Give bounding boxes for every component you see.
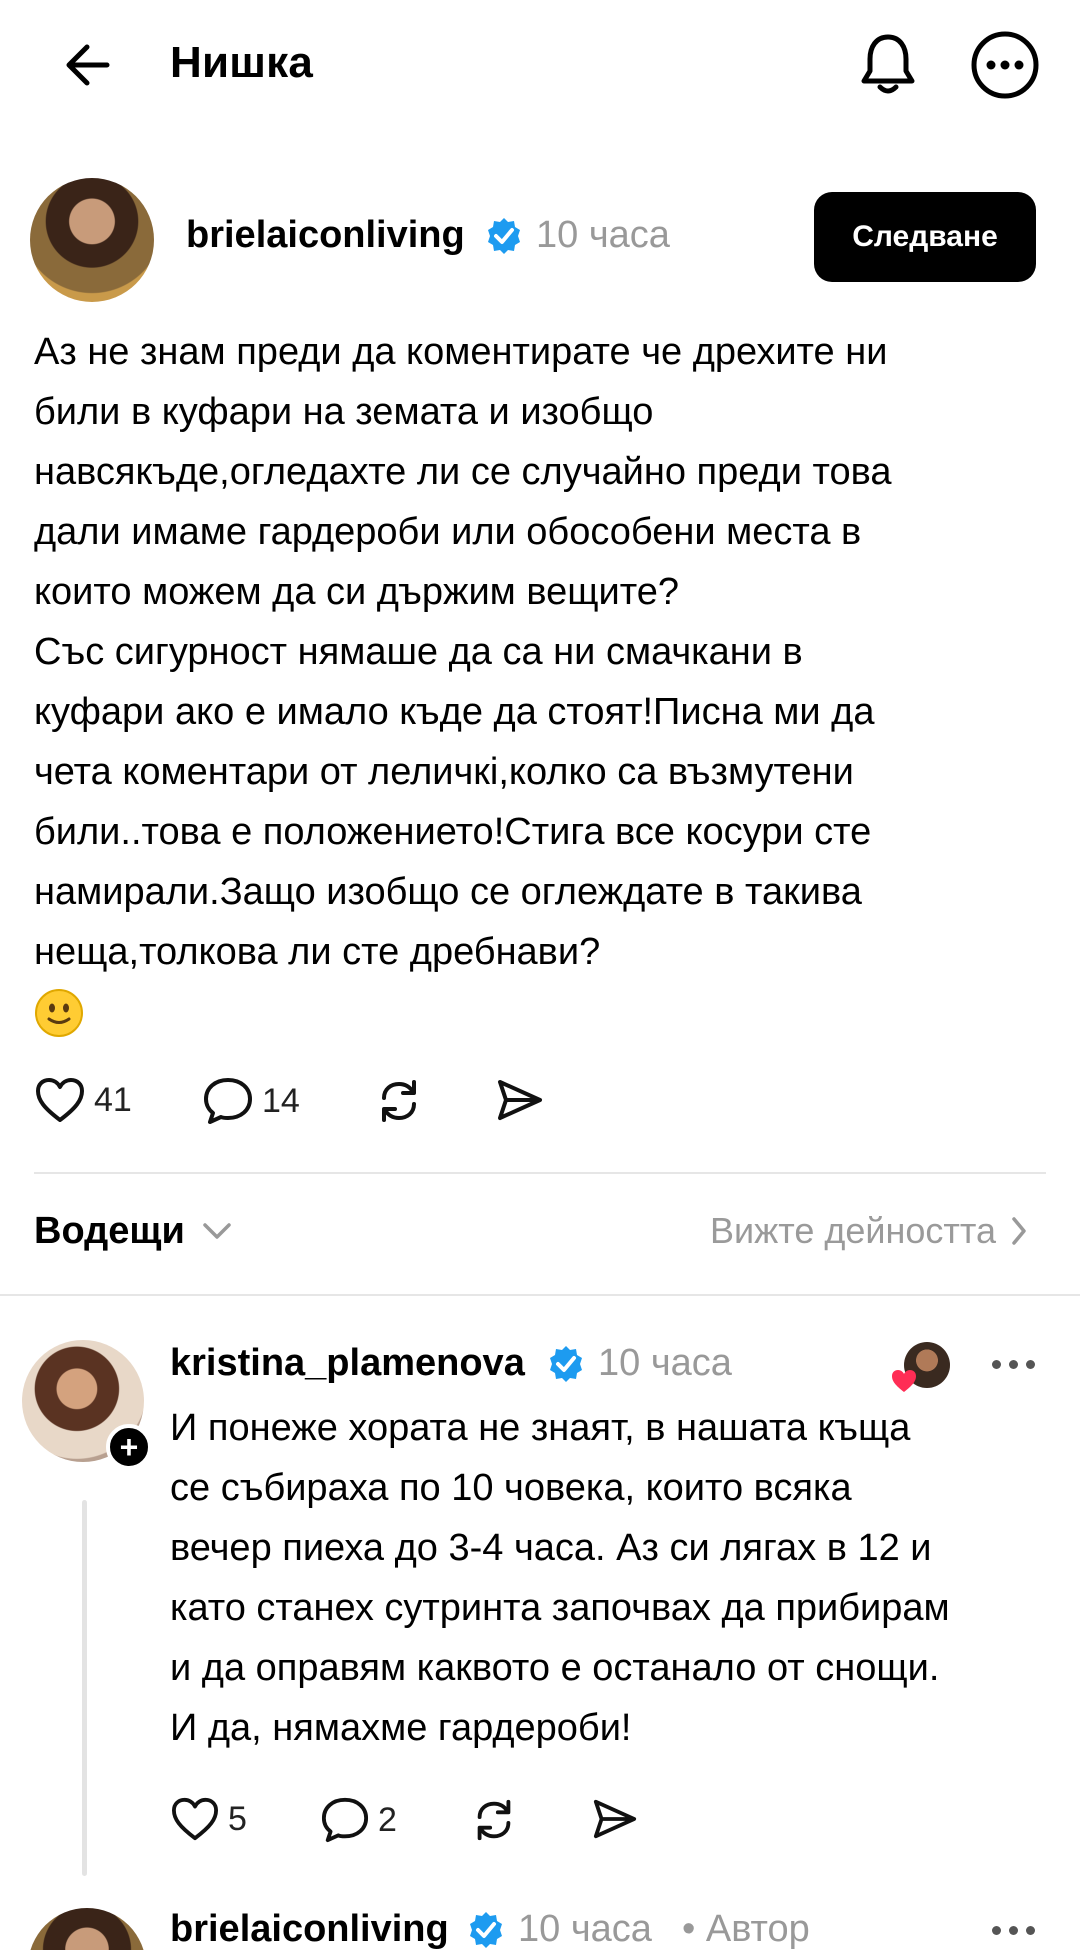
send-icon	[593, 1799, 637, 1839]
verified-badge-icon	[470, 1912, 502, 1948]
dot	[992, 1926, 1001, 1935]
reply-text: И понеже хората не знаят, в нашата къща …	[170, 1407, 950, 1749]
heart-icon	[172, 1797, 218, 1841]
chevron-right-icon	[1012, 1217, 1026, 1245]
like-button[interactable]: 5	[170, 1796, 247, 1842]
more-options-button[interactable]	[966, 26, 1044, 104]
post-header: brielaiconliving 10 часа Следване	[0, 170, 1080, 306]
share-button[interactable]	[590, 1796, 640, 1842]
next-reply-username[interactable]: brielaiconliving	[170, 1908, 449, 1950]
more-circle-icon	[971, 31, 1039, 99]
next-reply-avatar[interactable]	[28, 1908, 146, 1950]
dot	[1009, 1360, 1018, 1369]
top-bar: Нишка	[0, 0, 1080, 130]
reply-timestamp: 10 часа	[598, 1342, 732, 1384]
reply-username[interactable]: kristina_plamenova	[170, 1342, 525, 1385]
repost-icon	[382, 1080, 416, 1122]
comment-button[interactable]: 14	[202, 1076, 300, 1126]
reply-actions: 5 2	[170, 1796, 770, 1866]
page-title: Нишка	[170, 38, 313, 87]
like-button[interactable]: 41	[34, 1076, 132, 1124]
liked-by-author-heart-icon	[892, 1370, 916, 1392]
repost-button[interactable]	[374, 1076, 424, 1126]
reply-more-button[interactable]	[992, 1360, 1035, 1369]
sort-label: Водещи	[34, 1210, 185, 1252]
view-activity-link[interactable]: Вижте дейността	[710, 1210, 1032, 1252]
verified-badge-icon	[550, 1346, 582, 1382]
post-actions: 41 14	[34, 1070, 634, 1140]
avatar[interactable]	[30, 178, 154, 302]
dot	[992, 1360, 1001, 1369]
comment-count: 2	[378, 1800, 397, 1839]
repost-button[interactable]	[470, 1796, 518, 1844]
dot	[1026, 1926, 1035, 1935]
post-text: Аз не знам преди да коментирате че дрехи…	[34, 331, 892, 973]
divider	[0, 1294, 1080, 1296]
divider	[34, 1172, 1046, 1174]
follow-button[interactable]: Следване	[814, 192, 1036, 282]
sort-dropdown[interactable]: Водещи	[34, 1210, 237, 1253]
like-count: 41	[94, 1080, 132, 1119]
like-count: 5	[228, 1799, 247, 1838]
bell-icon	[861, 34, 915, 94]
author-tag: • Автор	[682, 1908, 810, 1950]
dot	[1026, 1360, 1035, 1369]
post-timestamp: 10 часа	[536, 214, 670, 256]
comment-icon	[321, 1797, 369, 1843]
comment-button[interactable]: 2	[320, 1796, 397, 1844]
thread-line	[82, 1500, 87, 1876]
chevron-down-icon	[203, 1222, 231, 1239]
slightly-smiling-face-icon	[35, 989, 83, 1037]
back-button[interactable]	[52, 30, 122, 100]
next-reply-more-button[interactable]	[992, 1926, 1035, 1935]
next-reply-timestamp: 10 часа	[518, 1908, 652, 1950]
send-icon	[498, 1080, 542, 1120]
arrow-left-icon	[66, 44, 110, 86]
notifications-button[interactable]	[852, 26, 924, 102]
repost-icon	[477, 1799, 511, 1841]
view-activity-label: Вижте дейността	[710, 1210, 996, 1251]
comment-count: 14	[262, 1081, 300, 1120]
post-username[interactable]: brielaiconliving	[186, 214, 465, 257]
verified-badge-icon	[488, 218, 520, 254]
heart-icon	[36, 1078, 84, 1122]
share-button[interactable]	[494, 1076, 546, 1124]
dot	[1009, 1926, 1018, 1935]
comment-icon	[204, 1078, 252, 1124]
follow-plus-icon[interactable]: +	[106, 1424, 152, 1470]
